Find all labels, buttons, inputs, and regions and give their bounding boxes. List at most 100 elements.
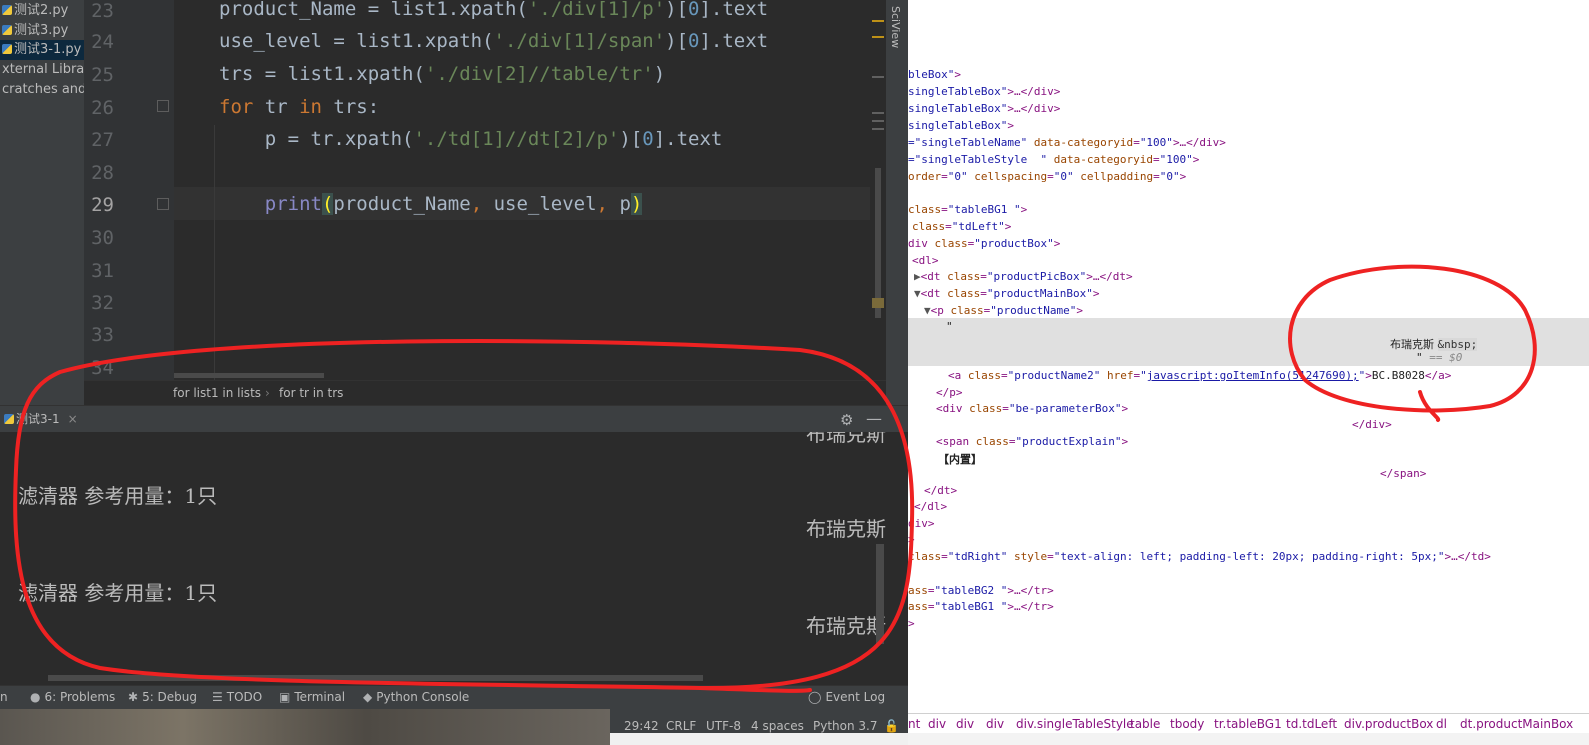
desktop-background (0, 709, 610, 745)
project-file-ceshi3[interactable]: 测试3.py (0, 21, 84, 41)
console-scroll-thumb[interactable] (876, 544, 884, 644)
devtools-footer (908, 733, 1589, 745)
dom-line[interactable]: <span class="productExplain"> (936, 435, 1128, 448)
dom-crumb[interactable]: tr.tableBG1 (1214, 717, 1282, 731)
dom-line[interactable]: </p> (936, 386, 963, 399)
dom-line[interactable]: </dl> (914, 500, 947, 513)
scroll-thumb[interactable] (875, 168, 881, 318)
dom-line[interactable]: ="singleTableName" data-categoryid="100"… (908, 136, 1226, 149)
dom-line[interactable]: class="tdLeft"> (912, 220, 1011, 233)
dom-line[interactable]: class="tdRight" style="text-align: left;… (908, 550, 1491, 563)
dom-line[interactable]: singleTableBox">…</div> (908, 102, 1060, 115)
project-external-libraries[interactable]: xternal Librarie (0, 60, 84, 80)
dom-crumb[interactable]: div (956, 717, 974, 731)
dom-line[interactable]: ▼<dt class="productMainBox"> (914, 287, 1099, 300)
dom-text-node[interactable]: " (946, 320, 953, 333)
dom-text-node[interactable]: 【内置】 (938, 451, 982, 467)
dom-crumb[interactable]: div.singleTableStyle (1016, 717, 1134, 731)
dom-crumb[interactable]: table (1130, 717, 1160, 731)
dom-line[interactable]: > (908, 533, 915, 546)
dom-line[interactable]: </div> (1352, 418, 1392, 431)
console-line: 滤清器 参考用量：1只 (18, 581, 218, 605)
console-line: 布瑞克斯 (806, 432, 886, 446)
console-hscroll-thumb[interactable] (48, 675, 703, 681)
python-file-icon (2, 5, 12, 15)
project-scratches[interactable]: cratches and C (0, 80, 84, 100)
dom-line[interactable]: ▼<p class="productName"> (924, 304, 1083, 317)
dom-line[interactable]: <dl> (912, 254, 939, 267)
tool-tab-event-log[interactable]: ◯ Event Log (808, 690, 885, 704)
fold-marker-icon[interactable] (157, 100, 169, 112)
close-tab-icon[interactable]: × (68, 412, 78, 426)
tool-tab-label: n (0, 690, 8, 704)
dom-line[interactable]: ass="tableBG1 ">…</tr> (908, 600, 1054, 613)
caret-position[interactable]: 29:42 (624, 719, 659, 733)
dom-line[interactable]: </dt> (924, 484, 957, 497)
fold-marker-icon[interactable] (157, 198, 169, 210)
code-editor[interactable]: product_Name = list1.xpath('./div[1]/p')… (174, 0, 870, 380)
tool-tab-problems[interactable]: ● 6: Problems (30, 690, 115, 704)
breadcrumb-item[interactable]: for tr in trs (279, 386, 343, 400)
dom-crumb[interactable]: nt (908, 717, 920, 731)
dom-line[interactable]: ="singleTableStyle " data-categoryid="10… (908, 153, 1199, 166)
dom-crumb[interactable]: div (986, 717, 1004, 731)
dom-line[interactable]: div> (908, 517, 935, 530)
dom-line[interactable]: order="0" cellspacing="0" cellpadding="0… (908, 170, 1186, 183)
tool-tab-debug[interactable]: ✱ 5: Debug (128, 690, 197, 704)
tool-tab-terminal[interactable]: ▣ Terminal (279, 690, 345, 704)
dom-crumb[interactable]: div.productBox (1344, 717, 1433, 731)
folder-label: cratches and C (2, 82, 84, 97)
minimize-icon[interactable]: — (866, 409, 882, 428)
tool-tab-python-console[interactable]: ◆ Python Console (363, 690, 469, 704)
gear-icon[interactable]: ⚙ (840, 411, 853, 429)
stripe-mark (872, 120, 884, 122)
python-console-icon: ◆ (363, 690, 373, 704)
run-tab[interactable]: 测试3-1 × (0, 406, 80, 432)
dom-line[interactable]: ass="tableBG2 ">…</tr> (908, 584, 1054, 597)
dom-line[interactable]: <div class="be-parameterBox"> (936, 402, 1128, 415)
line-number: 27 (91, 129, 114, 151)
breadcrumb-item[interactable]: for list1 in lists (173, 386, 261, 400)
tool-tab-run[interactable]: n (0, 690, 8, 704)
dom-line[interactable]: singleTableBox">…</div> (908, 85, 1060, 98)
dom-line[interactable]: </span> (1380, 467, 1426, 480)
dom-line[interactable]: > (908, 617, 915, 630)
code-line-26: for tr in trs: (219, 96, 380, 118)
dom-text-node-selected[interactable]: 布瑞克斯 &nbsp; (1390, 336, 1478, 352)
error-stripe-mark (872, 36, 884, 38)
run-console-output[interactable]: 布瑞克斯 滤清器 参考用量：1只 布瑞克斯 滤清器 参考用量：1只 布瑞克斯 (0, 432, 908, 685)
tool-tab-label: 6: Problems (44, 690, 116, 704)
sciview-sidebar[interactable]: SciView (886, 0, 908, 405)
console-line: 布瑞克斯 (806, 614, 886, 638)
editor-scrollbar[interactable] (870, 0, 886, 380)
dom-line[interactable]: div class="productBox"> (908, 237, 1060, 250)
dom-crumb[interactable]: div (928, 717, 946, 731)
terminal-icon: ▣ (279, 690, 291, 704)
dom-line[interactable]: ▶<dt class="productPicBox">…</dt> (914, 270, 1133, 283)
line-separator[interactable]: CRLF (666, 719, 696, 733)
dom-line[interactable]: bleBox"> (908, 68, 961, 81)
dom-line[interactable]: <a class="productName2" href="javascript… (948, 369, 1451, 382)
hscroll-thumb[interactable] (174, 373, 324, 378)
breadcrumb-separator: › (265, 386, 270, 400)
dom-crumb[interactable]: dl (1436, 717, 1447, 731)
dom-crumb[interactable]: td.tdLeft (1286, 717, 1337, 731)
dom-line[interactable]: singleTableBox"> (908, 119, 1014, 132)
code-line-25: trs = list1.xpath('./div[2]//table/tr') (219, 63, 666, 85)
code-line-23: product_Name = list1.xpath('./div[1]/p')… (219, 0, 769, 20)
project-file-ceshi3-1[interactable]: 测试3-1.py (0, 40, 84, 60)
pycharm-window: 测试2.py 测试3.py 测试3-1.py xternal Librarie … (0, 0, 908, 745)
indent-setting[interactable]: 4 spaces (751, 719, 804, 733)
python-file-icon (2, 25, 12, 35)
dom-crumb[interactable]: dt.productMainBox (1460, 717, 1573, 731)
editor-hscrollbar[interactable] (174, 371, 874, 380)
dom-line[interactable]: class="tableBG1 "> (908, 203, 1027, 216)
file-encoding[interactable]: UTF-8 (706, 719, 741, 733)
tool-tab-todo[interactable]: ☰ TODO (212, 690, 262, 704)
stripe-mark (872, 112, 884, 114)
selected-dom-node-highlight (908, 318, 1589, 366)
project-file-ceshi2[interactable]: 测试2.py (0, 1, 84, 21)
interpreter[interactable]: Python 3.7 (813, 719, 878, 733)
dom-crumb[interactable]: tbody (1170, 717, 1204, 731)
lock-icon[interactable]: 🔓 (884, 719, 899, 733)
